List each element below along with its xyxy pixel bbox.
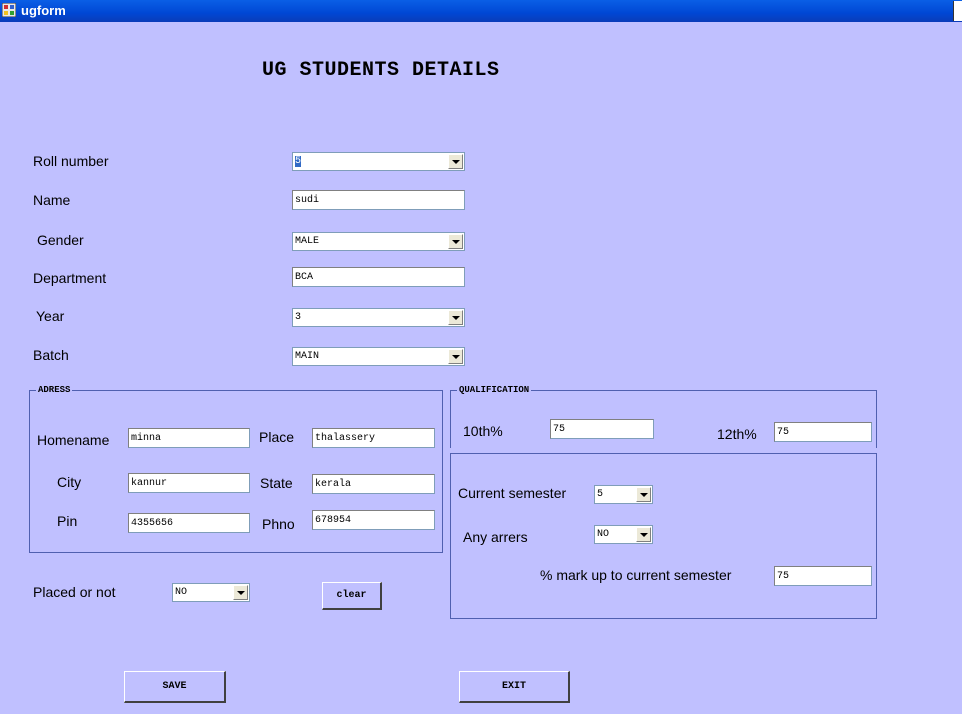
placed-label: Placed or not: [33, 584, 116, 600]
gender-combo[interactable]: MALE: [292, 232, 465, 251]
place-field[interactable]: thalassery: [312, 428, 435, 448]
tenth-label: 10th%: [463, 423, 503, 439]
homename-value: minna: [131, 433, 162, 444]
chevron-down-icon[interactable]: [448, 310, 463, 325]
year-label: Year: [36, 308, 65, 324]
pin-field[interactable]: 4355656: [128, 513, 250, 533]
batch-value: MAIN: [295, 351, 320, 362]
place-label: Place: [259, 429, 295, 445]
arrears-value: NO: [597, 529, 610, 540]
batch-label: Batch: [33, 347, 69, 363]
roll-number-value: 5: [295, 156, 302, 167]
place-value: thalassery: [315, 433, 376, 444]
twelfth-field[interactable]: 75: [774, 422, 872, 442]
name-field[interactable]: sudi: [292, 190, 465, 210]
mark-field[interactable]: 75: [774, 566, 872, 586]
chevron-down-icon[interactable]: [448, 154, 463, 169]
placed-combo[interactable]: NO: [172, 583, 250, 602]
city-field[interactable]: kannur: [128, 473, 250, 493]
tenth-field[interactable]: 75: [550, 419, 654, 439]
window-title: ugform: [21, 3, 66, 18]
roll-number-combo[interactable]: 5: [292, 152, 465, 171]
chevron-down-icon[interactable]: [233, 585, 248, 600]
current-semester-combo[interactable]: 5: [594, 485, 653, 504]
close-button[interactable]: [953, 1, 962, 21]
clear-button[interactable]: clear: [322, 582, 382, 610]
mark-label: % mark up to current semester: [540, 567, 732, 583]
name-value: sudi: [295, 195, 320, 206]
state-label: State: [260, 475, 293, 491]
pin-label: Pin: [57, 513, 78, 529]
state-value: kerala: [315, 479, 352, 490]
phno-value: 678954: [315, 515, 352, 526]
year-combo[interactable]: 3: [292, 308, 465, 327]
placed-value: NO: [175, 587, 188, 598]
department-value: BCA: [295, 272, 314, 283]
chevron-down-icon[interactable]: [636, 527, 651, 542]
arrears-label: Any arrers: [463, 529, 528, 545]
department-label: Department: [33, 270, 107, 286]
gender-value: MALE: [295, 236, 320, 247]
twelfth-label: 12th%: [717, 426, 757, 442]
current-semester-value: 5: [597, 489, 604, 500]
qualification-group-title: QUALIFICATION: [457, 385, 532, 395]
current-semester-label: Current semester: [458, 485, 567, 501]
form-icon[interactable]: [1, 2, 17, 18]
phno-label: Phno: [262, 516, 295, 532]
arrears-combo[interactable]: NO: [594, 525, 653, 544]
tenth-value: 75: [553, 424, 566, 435]
page-title: UG STUDENTS DETAILS: [262, 59, 500, 82]
phno-field[interactable]: 678954: [312, 510, 435, 530]
mark-value: 75: [777, 571, 790, 582]
homename-field[interactable]: minna: [128, 428, 250, 448]
chevron-down-icon[interactable]: [448, 349, 463, 364]
state-field[interactable]: kerala: [312, 474, 435, 494]
roll-number-label: Roll number: [33, 153, 109, 169]
gender-label: Gender: [37, 232, 84, 248]
batch-combo[interactable]: MAIN: [292, 347, 465, 366]
chevron-down-icon[interactable]: [636, 487, 651, 502]
exit-button[interactable]: EXIT: [459, 671, 570, 703]
chevron-down-icon[interactable]: [448, 234, 463, 249]
department-field[interactable]: BCA: [292, 267, 465, 287]
year-value: 3: [295, 312, 302, 323]
address-group-title: ADRESS: [36, 385, 73, 395]
city-value: kannur: [131, 478, 168, 489]
save-button[interactable]: SAVE: [124, 671, 226, 703]
homename-label: Homename: [37, 432, 110, 448]
twelfth-value: 75: [777, 427, 790, 438]
name-label: Name: [33, 192, 71, 208]
title-bar: ugform: [0, 0, 962, 22]
city-label: City: [57, 474, 82, 490]
pin-value: 4355656: [131, 518, 174, 529]
